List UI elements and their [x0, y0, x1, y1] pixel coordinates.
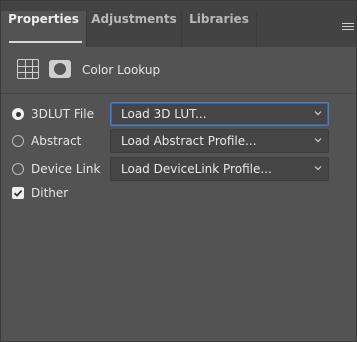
radio-3dlut-file[interactable] [12, 108, 24, 120]
select-devicelink-value: Load DeviceLink Profile... [121, 162, 272, 176]
panel-title: Color Lookup [82, 63, 161, 77]
tab-properties-label: Properties [8, 12, 79, 26]
dither-label: Dither [31, 186, 69, 200]
radio-abstract[interactable] [12, 135, 24, 147]
tab-libraries[interactable]: Libraries [182, 11, 257, 47]
chevron-down-icon [314, 136, 322, 144]
radio-device-link[interactable] [12, 163, 24, 175]
select-abstract[interactable]: Load Abstract Profile... [110, 129, 329, 153]
option-row-devicelink: Device Link Load DeviceLink Profile... [1, 157, 356, 183]
option-label-devicelink: Device Link [31, 162, 101, 176]
tab-libraries-label: Libraries [189, 12, 249, 26]
tab-adjustments-label: Adjustments [91, 12, 177, 26]
dither-row: Dither [1, 181, 356, 207]
select-3dlut[interactable]: Load 3D LUT... [110, 102, 329, 126]
panel-tab-bar: Properties Adjustments Libraries [1, 1, 356, 47]
select-abstract-value: Load Abstract Profile... [121, 134, 257, 148]
dither-checkbox[interactable] [12, 187, 24, 199]
option-label-3dlut: 3DLUT File [31, 107, 94, 121]
option-row-abstract: Abstract Load Abstract Profile... [1, 129, 356, 155]
select-3dlut-value: Load 3D LUT... [121, 107, 207, 121]
chevron-down-icon [314, 109, 322, 117]
tab-adjustments[interactable]: Adjustments [87, 11, 182, 47]
properties-panel: Properties Adjustments Libraries Color L… [0, 0, 357, 342]
hamburger-menu-icon[interactable] [342, 23, 354, 33]
checkmark-icon [13, 189, 23, 197]
option-row-3dlut: 3DLUT File Load 3D LUT... [1, 102, 356, 128]
option-label-abstract: Abstract [31, 134, 82, 148]
properties-header: Color Lookup [1, 47, 356, 94]
active-tab-indicator [9, 41, 82, 43]
layer-mask-icon[interactable] [49, 60, 71, 78]
chevron-down-icon [314, 164, 322, 172]
select-devicelink[interactable]: Load DeviceLink Profile... [110, 157, 329, 181]
adjustment-layer-grid-icon[interactable] [17, 59, 39, 79]
